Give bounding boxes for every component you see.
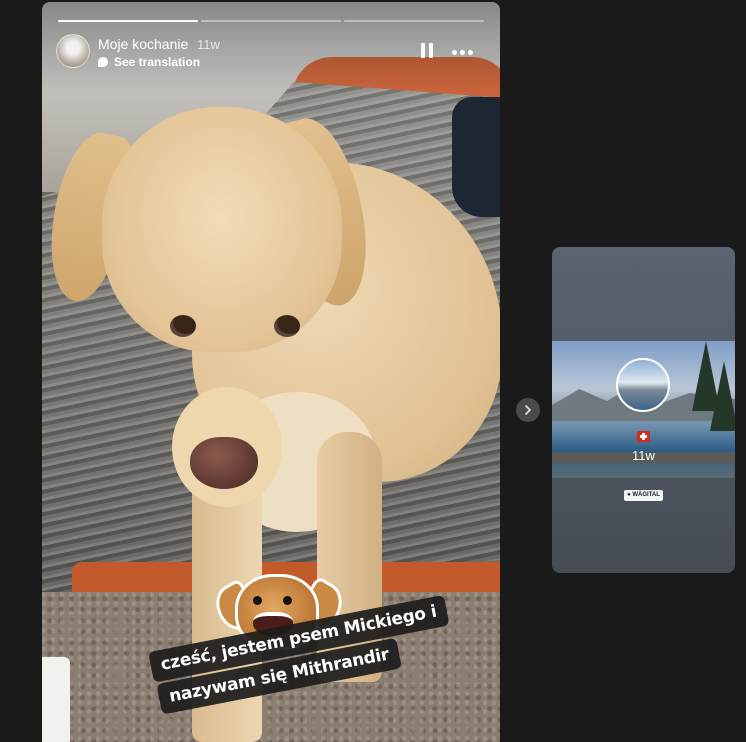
username[interactable]: Moje kochanie — [98, 36, 188, 52]
progress-fill — [58, 20, 198, 22]
progress-segment — [344, 20, 484, 22]
dog-head — [102, 107, 342, 507]
dog-nose — [190, 437, 258, 489]
story-viewer[interactable]: cześć, jestem psem Mickiego i nazywam si… — [42, 2, 500, 742]
next-story-button[interactable] — [516, 398, 540, 422]
see-translation-button[interactable]: See translation — [98, 55, 200, 69]
preview-time: 11w — [632, 448, 655, 463]
dark-cloth — [452, 97, 500, 217]
chevron-right-icon — [525, 405, 531, 415]
more-options-icon[interactable] — [452, 43, 476, 61]
see-translation-label: See translation — [114, 55, 201, 69]
progress-segment — [201, 20, 341, 22]
story-progress — [58, 20, 484, 23]
story-time: 11w — [197, 37, 220, 52]
location-tag: ● WÄGITAL — [624, 490, 663, 501]
swiss-flag-icon — [637, 431, 650, 442]
chihuahua-eye — [283, 596, 292, 605]
paper-bag — [42, 657, 70, 742]
dog-eye — [274, 315, 300, 337]
dog-eye — [170, 315, 196, 337]
tree — [710, 361, 735, 431]
preview-avatar — [616, 358, 670, 412]
avatar[interactable] — [56, 34, 90, 68]
progress-segment — [58, 20, 198, 22]
next-story-preview[interactable]: 11w ● WÄGITAL — [552, 247, 735, 573]
speech-bubble-icon — [98, 57, 108, 67]
pause-icon[interactable] — [421, 43, 435, 61]
chihuahua-eye — [253, 596, 262, 605]
